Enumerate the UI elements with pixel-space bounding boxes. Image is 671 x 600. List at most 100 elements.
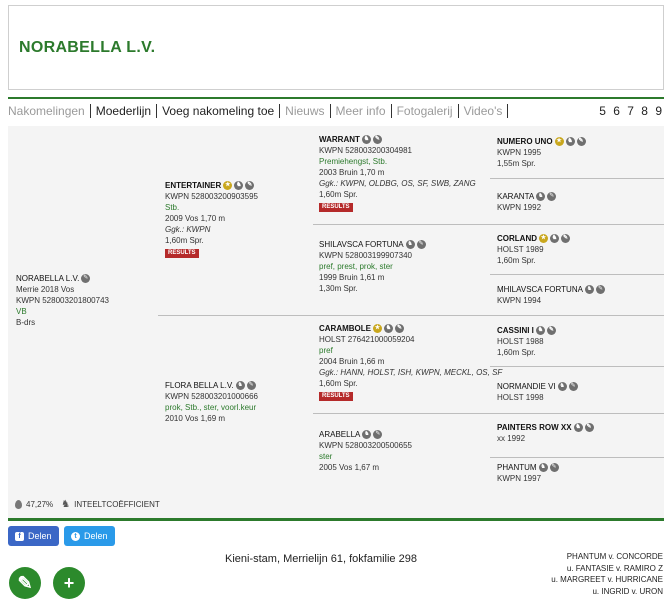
medal-icon: ★ <box>223 181 233 190</box>
medal-icon: ★ <box>554 137 564 146</box>
horse-icon: ♞ <box>61 499 71 510</box>
sire-reg: KWPN 528003200903595 <box>165 192 258 201</box>
offspring-icon[interactable]: ♞ <box>573 423 583 432</box>
twitter-share-button[interactable]: t Delen <box>64 526 115 546</box>
edit-icon[interactable]: ✎ <box>584 423 594 432</box>
horse-reg: HOLST 1998 <box>497 393 544 402</box>
subject-info: Merrie 2018 Vos <box>16 285 75 294</box>
edit-icon[interactable]: ✎ <box>81 274 91 283</box>
results-badge[interactable]: RESULTS <box>319 392 353 401</box>
horse-name[interactable]: NUMERO UNO <box>497 136 553 147</box>
offspring-icon[interactable]: ♞ <box>538 463 548 472</box>
plus-icon: + <box>63 573 75 593</box>
nav-moederlijn[interactable]: Moederlijn <box>91 104 156 118</box>
horse-name[interactable]: WARRANT <box>319 134 360 145</box>
offspring-icon[interactable]: ♞ <box>362 430 372 439</box>
page-numbers[interactable]: 5 6 7 8 9 <box>599 104 664 118</box>
horse-name[interactable]: PHANTUM <box>497 462 537 473</box>
horse-info: 2003 Bruin 1,70 m <box>319 168 385 177</box>
results-badge[interactable]: RESULTS <box>165 249 199 258</box>
ggp-cell: NORMANDIE VI ♞ ✎ HOLST 1998 <box>497 381 578 403</box>
bottom-divider <box>8 518 664 521</box>
lineage-line: u. MARGREET v. HURRICANE <box>551 575 663 584</box>
horse-reg: HOLST 1989 <box>497 245 544 254</box>
edit-icon[interactable]: ✎ <box>245 181 255 190</box>
edit-icon[interactable]: ✎ <box>561 234 570 243</box>
offspring-icon[interactable]: ♞ <box>557 382 567 391</box>
edit-icon[interactable]: ✎ <box>373 430 383 439</box>
horse-name[interactable]: KARANTA <box>497 191 534 202</box>
horse-name[interactable]: PAINTERS ROW XX <box>497 422 572 433</box>
inbreeding-label[interactable]: INTEELTCOËFFICIENT <box>74 500 160 509</box>
offspring-icon[interactable]: ♞ <box>584 285 594 294</box>
horse-predicate: ster <box>319 452 333 461</box>
subject-cell: NORABELLA L.V. ✎ Merrie 2018 Vos KWPN 528… <box>16 273 109 328</box>
nav-fotogalerij[interactable]: Fotogalerij <box>392 104 458 118</box>
offspring-icon[interactable]: ♞ <box>384 324 393 333</box>
horse-reg: HOLST 1988 <box>497 337 544 346</box>
edit-icon[interactable]: ✎ <box>372 135 382 144</box>
edit-icon[interactable]: ✎ <box>568 382 578 391</box>
medal-icon: ★ <box>539 234 548 243</box>
horse-name[interactable]: SHILAVSCA FORTUNA <box>319 239 404 250</box>
nav-videos[interactable]: Video's <box>459 104 508 118</box>
horse-ggk: Ggk.: HANN, HOLST, ISH, KWPN, MECKL, OS,… <box>319 368 503 377</box>
horse-reg: KWPN 1997 <box>497 474 542 483</box>
edit-icon[interactable]: ✎ <box>395 324 404 333</box>
edit-icon[interactable]: ✎ <box>595 285 605 294</box>
horse-name[interactable]: ARABELLA <box>319 429 360 440</box>
ggp-cell: CORLAND ★ ♞ ✎ HOLST 1989 1,60m Spr. <box>497 233 570 266</box>
edit-icon[interactable]: ✎ <box>576 137 586 146</box>
nav-meer-info[interactable]: Meer info <box>331 104 391 118</box>
drop-icon <box>15 500 22 509</box>
edit-icon[interactable]: ✎ <box>547 192 557 201</box>
subject-predicate: VB <box>16 307 27 316</box>
horse-name[interactable]: CASSINI I <box>497 325 534 336</box>
dam-reg: KWPN 528003201000666 <box>165 392 258 401</box>
horse-name[interactable]: CARAMBOLE <box>319 323 371 334</box>
subject-name[interactable]: NORABELLA L.V. <box>16 273 79 284</box>
offspring-icon[interactable]: ♞ <box>565 137 575 146</box>
edit-button[interactable]: ✎ <box>9 567 41 599</box>
horse-name[interactable]: CORLAND <box>497 233 537 244</box>
nav-nakomelingen[interactable]: Nakomelingen <box>8 104 90 118</box>
ggp-cell: NUMERO UNO ★ ♞ ✎ KWPN 1995 1,55m Spr. <box>497 136 586 169</box>
offspring-icon[interactable]: ♞ <box>361 135 371 144</box>
dam-cell: FLORA BELLA L.V. ♞ ✎ KWPN 528003201000666 … <box>165 380 258 424</box>
nav-voeg-nakomeling-toe[interactable]: Voeg nakomeling toe <box>157 104 279 118</box>
horse-info: 2004 Bruin 1,66 m <box>319 357 385 366</box>
horse-reg: KWPN 528003200500655 <box>319 441 412 450</box>
edit-icon[interactable]: ✎ <box>246 381 256 390</box>
offspring-icon[interactable]: ♞ <box>550 234 559 243</box>
inbreeding-coefficient: 47,27% ♞ INTEELTCOËFFICIENT <box>15 499 160 510</box>
offspring-icon[interactable]: ♞ <box>536 192 546 201</box>
pedigree-table: NORABELLA L.V. ✎ Merrie 2018 Vos KWPN 528… <box>8 126 664 518</box>
offspring-icon[interactable]: ♞ <box>535 326 545 335</box>
horse-predicate: pref <box>319 346 333 355</box>
horse-name[interactable]: NORMANDIE VI <box>497 381 556 392</box>
divider <box>490 366 664 367</box>
results-badge[interactable]: RESULTS <box>319 203 353 212</box>
horse-name[interactable]: MHILAVSCA FORTUNA <box>497 284 583 295</box>
sire-name[interactable]: ENTERTAINER <box>165 180 221 191</box>
ggp-cell: PHANTUM ♞ ✎ KWPN 1997 <box>497 462 559 484</box>
family-line: Kieni-stam, Merrielijn 61, fokfamilie 29… <box>225 553 417 565</box>
offspring-icon[interactable]: ♞ <box>405 240 415 249</box>
offspring-icon[interactable]: ♞ <box>235 381 245 390</box>
edit-icon[interactable]: ✎ <box>549 463 559 472</box>
horse-ggk: Ggk.: KWPN, OLDBG, OS, SF, SWB, ZANG <box>319 179 476 188</box>
facebook-share-button[interactable]: f Delen <box>8 526 59 546</box>
horse-reg: KWPN 1992 <box>497 203 542 212</box>
sire-sire-cell: WARRANT ♞ ✎ KWPN 528003200304981 Premiehen… <box>319 134 476 212</box>
add-button[interactable]: + <box>53 567 85 599</box>
offspring-icon[interactable]: ♞ <box>234 181 244 190</box>
edit-icon[interactable]: ✎ <box>416 240 426 249</box>
nav-nieuws[interactable]: Nieuws <box>280 104 329 118</box>
divider <box>313 413 664 414</box>
horse-reg: KWPN 1994 <box>497 296 542 305</box>
page-title: NORABELLA L.V. <box>19 39 156 56</box>
sire-dam-cell: SHILAVSCA FORTUNA ♞ ✎ KWPN 528003199907340… <box>319 239 426 294</box>
sire-ggk: Ggk.: KWPN <box>165 225 211 234</box>
dam-name[interactable]: FLORA BELLA L.V. <box>165 380 234 391</box>
edit-icon[interactable]: ✎ <box>546 326 556 335</box>
